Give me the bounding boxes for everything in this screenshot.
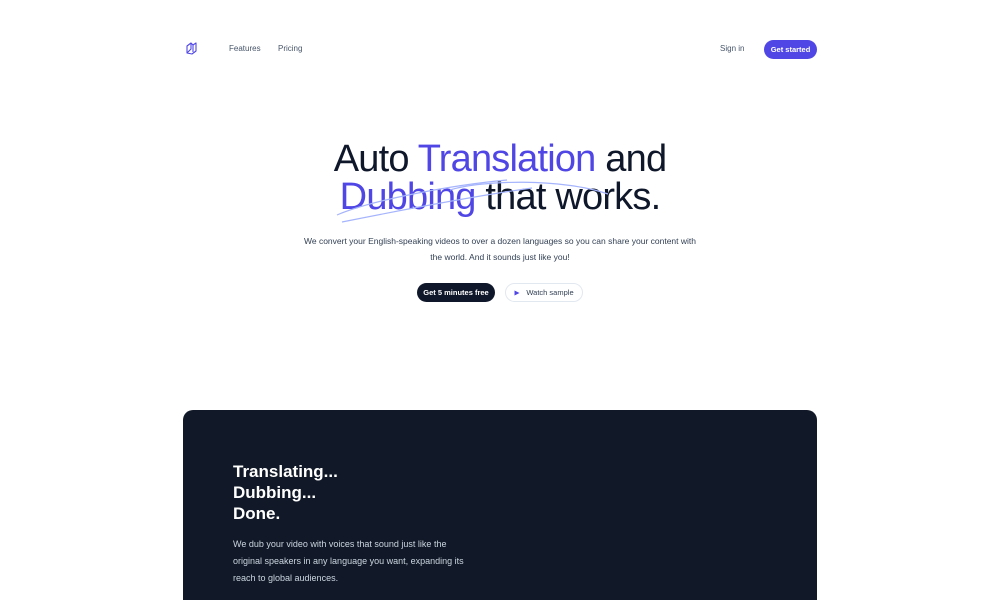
headline-accent-dubbing: Dubbing: [339, 176, 477, 218]
headline-accent-translation: Translation: [417, 138, 597, 180]
top-nav: Features Pricing Sign in Get started: [0, 0, 1000, 100]
feature-title-line: Done.: [233, 504, 281, 523]
feature-panel: Translating... Dubbing... Done. We dub y…: [183, 410, 817, 600]
watch-sample-button[interactable]: Watch sample: [505, 283, 583, 302]
headline-line-1: Auto Translation and: [334, 140, 667, 178]
feature-title-line: Translating...: [233, 462, 338, 481]
translate-logo-icon[interactable]: [184, 40, 200, 56]
watch-sample-label: Watch sample: [526, 288, 574, 297]
nav-link-pricing[interactable]: Pricing: [278, 44, 302, 53]
get-5-minutes-free-button[interactable]: Get 5 minutes free: [417, 283, 495, 302]
headline-line-2: Dubbing that works.: [334, 178, 667, 216]
feature-title-line: Dubbing...: [233, 483, 317, 502]
headline-text: and: [595, 138, 667, 180]
hero-headline: Auto Translation and Dubbing that works.: [334, 140, 667, 223]
hero-section: Auto Translation and Dubbing that works.: [0, 140, 1000, 223]
headline-text: that works.: [475, 176, 661, 218]
get-started-button[interactable]: Get started: [764, 40, 817, 59]
nav-link-features[interactable]: Features: [229, 44, 261, 53]
play-icon: [514, 290, 520, 295]
feature-description: We dub your video with voices that sound…: [233, 539, 464, 583]
headline-text: Auto: [333, 138, 418, 180]
hero-subtext: We convert your English-speaking videos …: [303, 236, 697, 262]
feature-title: Translating... Dubbing... Done.: [233, 461, 338, 524]
sign-in-link[interactable]: Sign in: [720, 44, 744, 53]
hero-cta-row: Get 5 minutes free Watch sample: [0, 283, 1000, 303]
